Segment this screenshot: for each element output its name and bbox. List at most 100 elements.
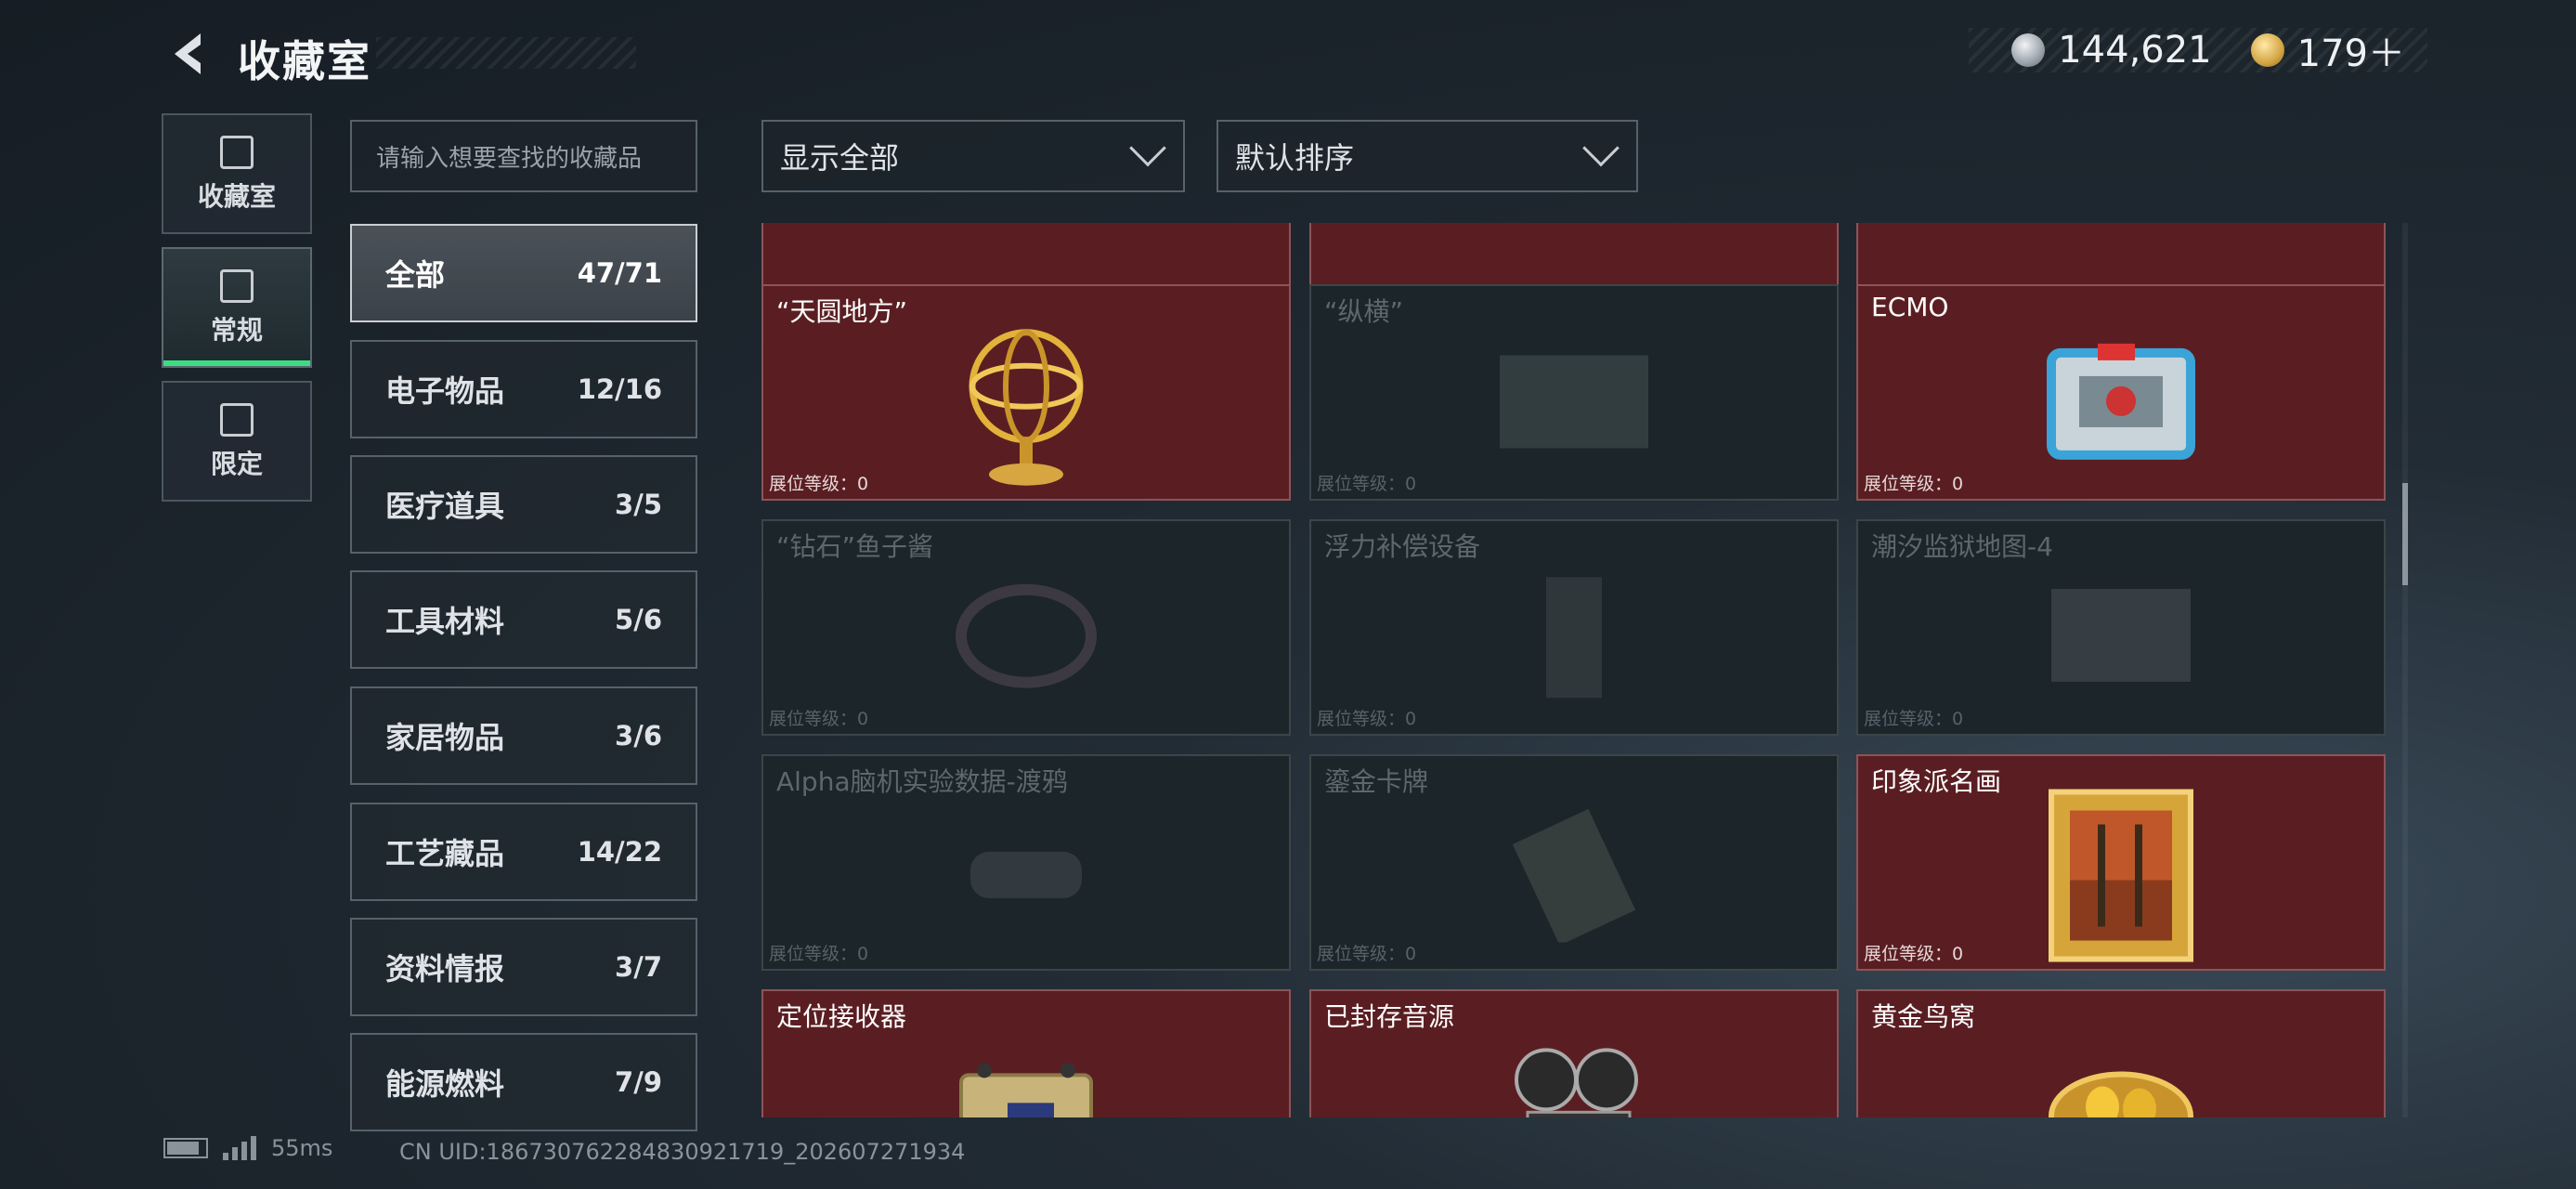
collection-card[interactable]: “钻石”鱼子酱展位等级：0 (761, 519, 1291, 736)
category-item[interactable]: 能源燃料 7/9 (350, 1033, 697, 1131)
data-drive-icon (952, 814, 1100, 929)
category-count: 3/6 (615, 720, 662, 751)
tab-collection-room[interactable]: 收藏室 (162, 113, 312, 234)
collection-card[interactable]: 印象派名画展位等级：0 (1856, 754, 2386, 971)
booth-level-label: 展位等级：0 (1864, 709, 1964, 729)
top-bar: 收藏室 144,621 179＋ (0, 0, 2576, 111)
grid-scrollbar[interactable] (2402, 223, 2408, 1117)
silver-currency-value: 144,621 (2058, 29, 2212, 72)
map-icon (2042, 579, 2200, 694)
card-title: 已封存音源 (1324, 1001, 1455, 1032)
locator-receiver-icon (943, 1038, 1110, 1117)
category-item[interactable]: 全部 47/71 (350, 224, 697, 322)
currency-panel: 144,621 179＋ (1969, 28, 2427, 75)
chessboard-icon (1490, 336, 1658, 470)
card-title: 鎏金卡牌 (1324, 766, 1429, 797)
category-item[interactable]: 资料情报 3/7 (350, 918, 697, 1016)
category-count: 3/7 (615, 951, 662, 983)
collection-card[interactable]: 浮力补偿设备展位等级：0 (1309, 519, 1839, 736)
status-bar: 55ms (163, 1135, 332, 1161)
search-input[interactable]: 请输入想要查找的收藏品 (350, 120, 697, 192)
category-count: 3/5 (615, 489, 662, 520)
tab-regular[interactable]: 常规 (162, 247, 312, 368)
category-item[interactable]: 工艺藏品 14/22 (350, 803, 697, 901)
collection-card[interactable]: 黄金鸟窝展位等级：0 (1856, 989, 2386, 1117)
collection-card[interactable]: 鎏金卡牌展位等级：0 (1309, 754, 1839, 971)
tab-label: 限定 (210, 449, 263, 479)
booth-level-label: 展位等级：0 (1317, 474, 1417, 494)
ping-value: 55ms (271, 1135, 333, 1161)
category-item[interactable]: 工具材料 5/6 (350, 570, 697, 669)
uid-label: CN UID:18673076228483092171​9_2026072719… (399, 1139, 966, 1165)
silver-coin-icon (2011, 33, 2046, 67)
category-name: 能源燃料 (385, 1066, 505, 1102)
card-title: 印象派名画 (1871, 766, 2002, 797)
card-title: 潮汐监狱地图-4 (1871, 531, 2053, 562)
collection-card[interactable]: 潮汐监狱地图-4 展位等级：0 (1856, 519, 2386, 736)
battery-icon (163, 1138, 208, 1158)
search-placeholder: 请输入想要查找的收藏品 (376, 144, 643, 173)
caviar-tin-icon (952, 575, 1100, 699)
card-title: 浮力补偿设备 (1324, 531, 1481, 562)
buoyancy-device-icon (1518, 568, 1630, 711)
display-filter-dropdown[interactable]: 显示全部 (761, 120, 1185, 192)
category-item[interactable]: 电子物品 12/16 (350, 340, 697, 438)
golden-nest-icon (2042, 1041, 2200, 1117)
collection-card[interactable]: ECMO 展位等级：0 (1856, 284, 2386, 501)
sort-value: 默认排序 (1235, 140, 1355, 176)
card-title: “钻石”鱼子酱 (776, 531, 934, 562)
collection-card[interactable]: 已封存音源展位等级：0 (1309, 989, 1839, 1117)
gold-coin-icon (2250, 33, 2284, 67)
limited-icon (220, 403, 254, 437)
category-count: 5/6 (615, 604, 662, 635)
page-title: 收藏室 (238, 36, 371, 86)
sort-dropdown[interactable]: 默认排序 (1216, 120, 1638, 192)
category-name: 全部 (385, 257, 446, 293)
card-title: ECMO (1871, 292, 1949, 322)
card-title: 黄金鸟窝 (1871, 1001, 1976, 1032)
back-arrow-icon[interactable] (163, 28, 210, 80)
category-name: 工艺藏品 (385, 836, 505, 871)
collection-card[interactable]: 定位接收器展位等级：0 (761, 989, 1291, 1117)
ecmo-machine-icon (2033, 324, 2209, 486)
tab-limited[interactable]: 限定 (162, 381, 312, 502)
collection-card[interactable]: Alpha脑机实验数据-渡鸦展位等级：0 (761, 754, 1291, 971)
gold-currency-value[interactable]: 179＋ (2297, 23, 2405, 77)
category-name: 电子物品 (385, 373, 505, 409)
booth-level-label: 展位等级：0 (1864, 474, 1964, 494)
booth-level-label: 展位等级：0 (1864, 944, 1964, 964)
category-name: 资料情报 (385, 951, 505, 986)
film-projector-icon (1490, 1038, 1658, 1117)
chevron-down-icon (1582, 129, 1620, 167)
booth-level-label: 展位等级：0 (769, 944, 869, 964)
card-title: “纵横” (1324, 296, 1404, 327)
collection-grid[interactable]: 展位等级：0 展位等级：0 展位等级：0 “天圆地方” 展位等级：0 “纵横” 展位等级：0… (761, 223, 2387, 1117)
tab-label: 常规 (210, 315, 263, 346)
collection-card[interactable]: “天圆地方” 展位等级：0 (761, 284, 1291, 501)
collection-room-icon (220, 136, 254, 169)
booth-level-label: 展位等级：0 (769, 474, 869, 494)
title-decoration (376, 37, 636, 69)
category-count: 47/71 (577, 257, 662, 289)
category-count: 12/16 (577, 373, 662, 405)
category-name: 医疗道具 (385, 489, 505, 524)
category-count: 7/9 (615, 1066, 662, 1098)
collection-card[interactable]: “纵横” 展位等级：0 (1309, 284, 1839, 501)
booth-level-label: 展位等级：0 (1317, 709, 1417, 729)
booth-level-label: 展位等级：0 (1317, 944, 1417, 964)
display-filter-value: 显示全部 (780, 140, 900, 176)
card-title: “天圆地方” (776, 296, 908, 327)
framed-painting-icon (2047, 787, 2195, 967)
category-name: 工具材料 (385, 604, 505, 639)
booth-level-label: 展位等级：0 (769, 709, 869, 729)
card-title: Alpha脑机实验数据-渡鸦 (776, 766, 1068, 797)
active-indicator (163, 360, 310, 366)
scrollbar-thumb[interactable] (2402, 483, 2408, 585)
category-count: 14/22 (577, 836, 662, 868)
category-item[interactable]: 医疗道具 3/5 (350, 455, 697, 554)
category-name: 家居物品 (385, 720, 505, 755)
card-title: 定位接收器 (776, 1001, 907, 1032)
gilded-card-icon (1504, 803, 1644, 946)
category-item[interactable]: 家居物品 3/6 (350, 686, 697, 785)
armillary-sphere-icon (956, 320, 1096, 491)
